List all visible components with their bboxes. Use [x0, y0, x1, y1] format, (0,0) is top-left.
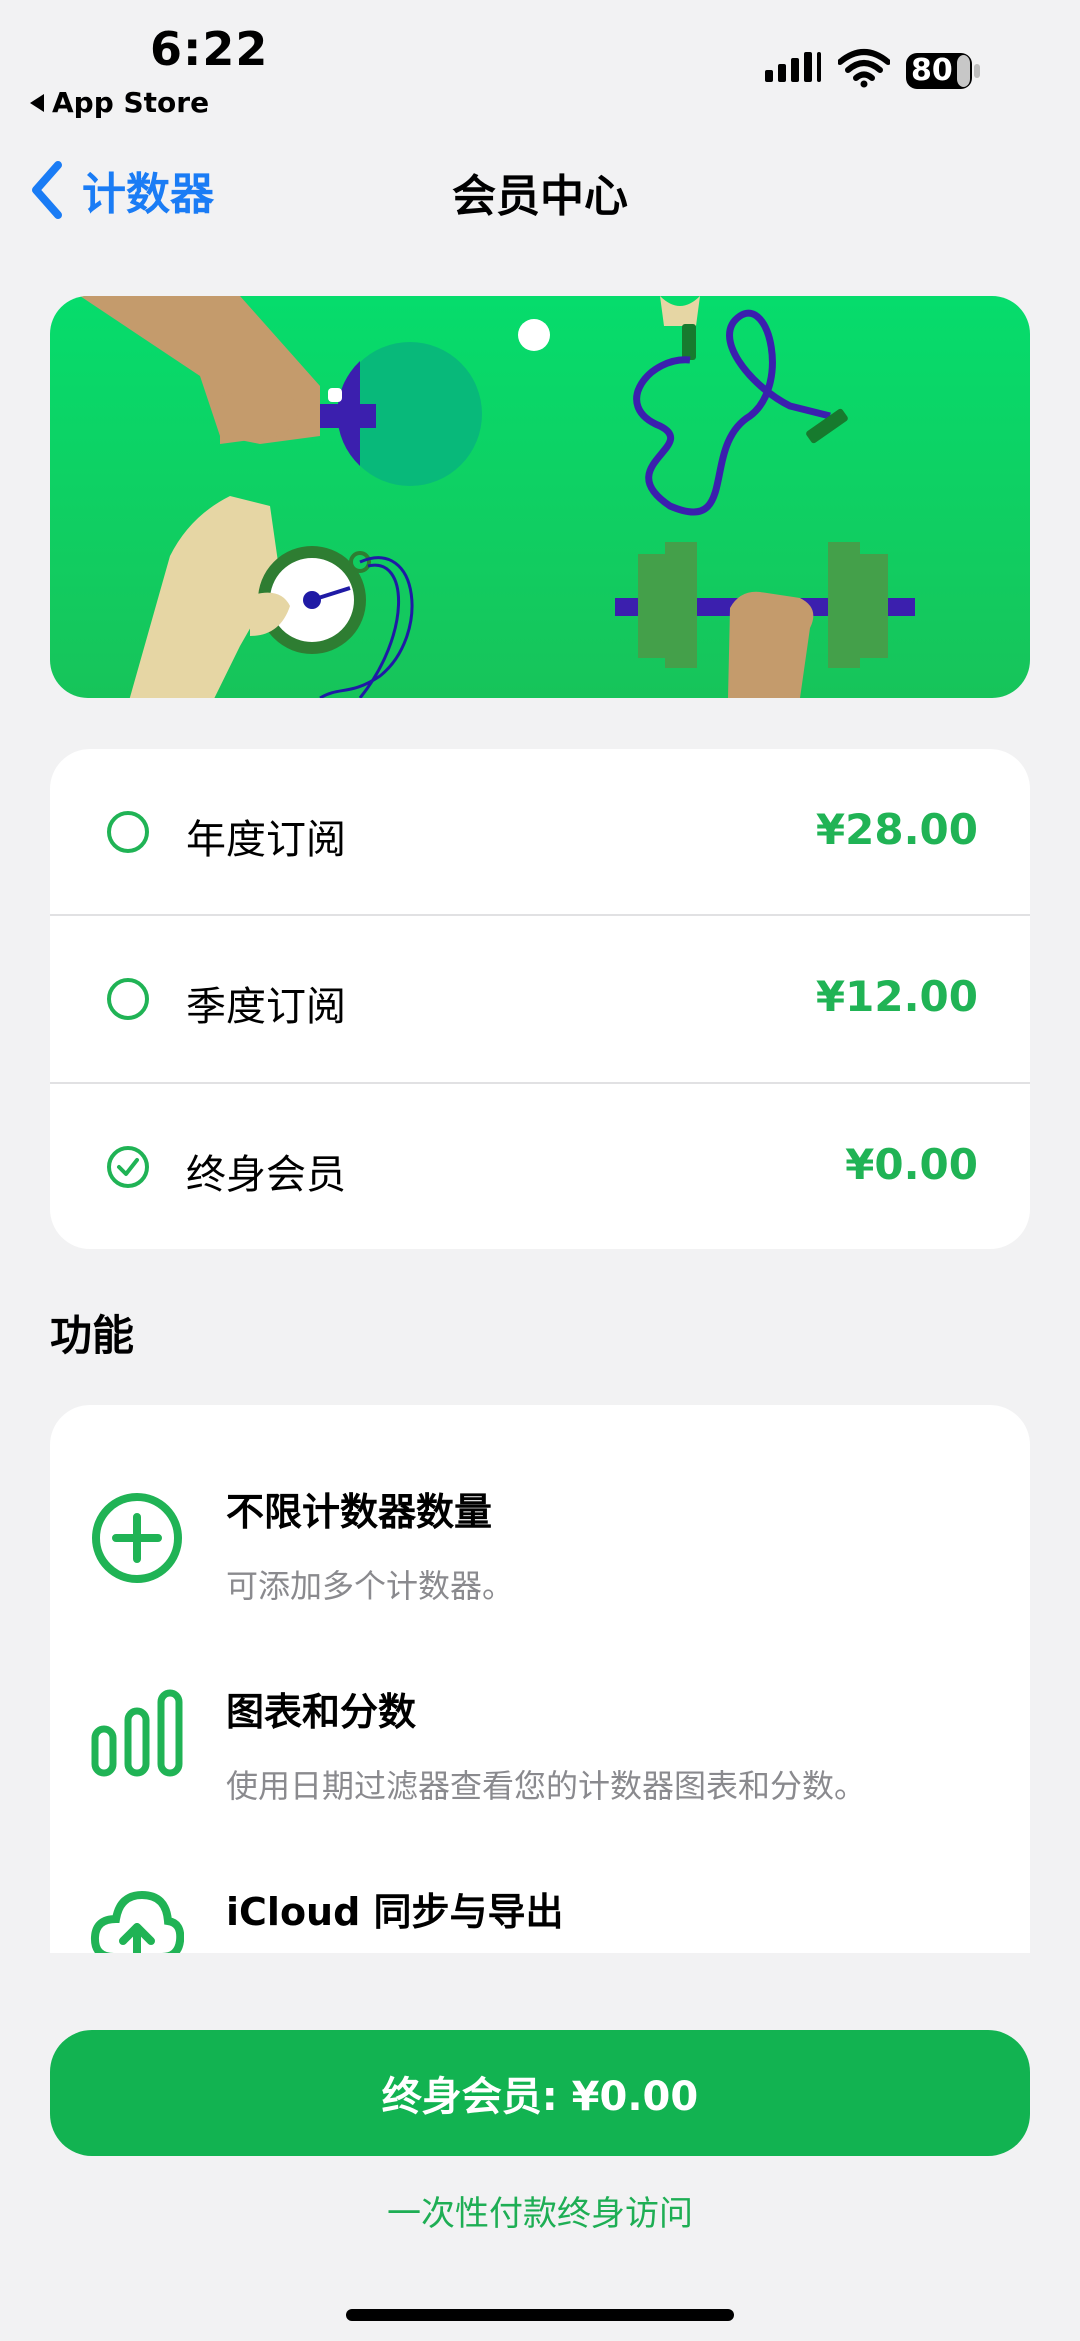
battery-indicator: 80 — [905, 52, 983, 90]
back-to-app-link[interactable]: App Store — [30, 86, 209, 119]
back-app-label: App Store — [52, 86, 210, 119]
plan-name: 终身会员 — [186, 1152, 346, 1198]
features-section-title: 功能 — [50, 1311, 135, 1360]
home-indicator[interactable] — [346, 2309, 734, 2321]
one-time-payment-note: 一次性付款终身访问 — [387, 2194, 693, 2234]
cellular-signal-icon — [765, 52, 821, 82]
plan-price: ¥0.00 — [845, 1140, 978, 1189]
radio-unselected-icon — [107, 811, 149, 853]
feature-title: 不限计数器数量 — [226, 1490, 493, 1534]
plan-name: 年度订阅 — [186, 817, 346, 863]
bar-chart-icon — [91, 1689, 183, 1777]
subscription-plans-card: 年度订阅 ¥28.00 季度订阅 ¥12.00 终身会员 ¥0.00 — [50, 749, 1030, 1249]
plan-name: 季度订阅 — [186, 984, 346, 1030]
plan-price: ¥12.00 — [815, 972, 978, 1021]
plan-price: ¥28.00 — [815, 805, 978, 854]
wifi-icon — [838, 49, 890, 88]
feature-title: 图表和分数 — [226, 1690, 417, 1734]
hero-banner-illustration — [50, 296, 1030, 698]
radio-checked-icon — [107, 1146, 149, 1188]
back-triangle-icon — [30, 93, 44, 112]
battery-level: 80 — [911, 53, 953, 88]
feature-description: 使用日期过滤器查看您的计数器图表和分数。 — [226, 1767, 867, 1805]
plus-circle-icon — [92, 1493, 182, 1583]
page-title: 会员中心 — [452, 171, 628, 222]
features-card: 不限计数器数量 可添加多个计数器。 图表和分数 使用日期过滤器查看您的计数器图表… — [50, 1405, 1030, 1953]
purchase-lifetime-button[interactable]: 终身会员: ¥0.00 — [50, 2030, 1030, 2156]
feature-title: iCloud 同步与导出 — [226, 1890, 564, 1934]
radio-unselected-icon — [107, 978, 149, 1020]
status-time: 6:22 — [150, 22, 269, 76]
plan-option-lifetime[interactable]: 终身会员 ¥0.00 — [50, 1084, 1030, 1249]
feature-description: 可添加多个计数器。 — [226, 1567, 515, 1605]
cloud-upload-icon — [90, 1890, 184, 1953]
plan-option-quarterly[interactable]: 季度订阅 ¥12.00 — [50, 916, 1030, 1083]
plan-option-annual[interactable]: 年度订阅 ¥28.00 — [50, 749, 1030, 916]
